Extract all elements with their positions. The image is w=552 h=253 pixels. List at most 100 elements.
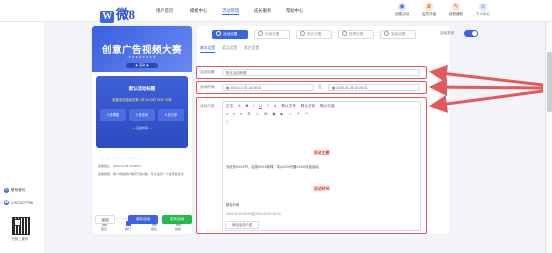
link-icon[interactable]: ⇔ xyxy=(288,112,292,116)
publish-activity-button[interactable]: 发布活动 xyxy=(162,215,192,224)
add-intro-button[interactable]: 添加活动介绍 xyxy=(225,221,259,229)
brand-logo[interactable]: W 微8 xyxy=(100,4,135,23)
annotation-arrows xyxy=(429,64,544,113)
range-separator: 至 xyxy=(318,84,322,89)
user-icon: ☺ xyxy=(479,3,487,11)
section-title-theme: 活动主题 xyxy=(313,150,330,155)
create-icon: ◉ xyxy=(398,3,406,11)
card-title: 默认活动标题 xyxy=(128,86,156,91)
countdown: 距离活动结束还有 1天 20小时 42分 22秒 xyxy=(112,98,172,102)
create-label: 创建活动 xyxy=(394,12,410,16)
contact-us[interactable]: ✆ 联系我们 xyxy=(4,188,25,193)
nav-activity-management[interactable]: 活动管理 xyxy=(222,8,240,15)
contact-icon: ✆ xyxy=(4,188,9,193)
subtab-basic[interactable]: 基本设置 xyxy=(200,46,216,53)
step-signup-settings[interactable]: 报名设置 xyxy=(296,30,332,39)
step-dot-icon xyxy=(258,31,263,36)
mobile-preview: 创意广告视频大赛 ★ ★ ★ ★ ★ ★ ★ ★ ★ 活动 ★ 默认活动标题 距… xyxy=(92,26,192,234)
preview-banner: 创意广告视频大赛 ★ ★ ★ ★ ★ ★ ★ ★ ★ 活动 ★ xyxy=(92,26,192,72)
table-icon[interactable]: ⊞ xyxy=(264,112,267,116)
stat-votes: 0 总票数 xyxy=(100,109,126,121)
qr-caption: 扫码二维码 xyxy=(12,237,28,241)
profile-label: 个人中心 xyxy=(475,12,491,16)
align-right-icon[interactable]: ≡ xyxy=(240,112,242,116)
emoji-icon[interactable]: ☺ xyxy=(256,112,260,116)
align-left-icon[interactable]: ≡ xyxy=(226,112,228,116)
subtab-other[interactable]: 其它设置 xyxy=(244,46,259,51)
nav-growth-service[interactable]: 成长服务 xyxy=(254,8,271,14)
title-input[interactable]: 默认活动标题 xyxy=(222,69,420,76)
qr-code-image xyxy=(12,217,30,235)
back-button[interactable]: 返回 xyxy=(95,215,115,224)
profile-button[interactable]: ☺ 个人中心 xyxy=(472,3,494,17)
stat-visits: 0 总访问 xyxy=(129,109,155,121)
step-advanced-settings[interactable]: 高级设置 xyxy=(380,30,416,39)
time-label: 活动时间 xyxy=(200,85,215,89)
rules-heading: — 活动时间 — xyxy=(132,126,152,130)
align-center-icon[interactable]: ≡ xyxy=(233,112,235,116)
font-color-icon[interactable]: A xyxy=(238,104,240,109)
upgrade-button[interactable]: ♛ 会员升级 xyxy=(418,3,440,17)
scrollbar-thumb[interactable] xyxy=(547,52,552,112)
logo-text: 微8 xyxy=(116,7,135,22)
intro-label: 活动介绍 xyxy=(200,104,215,108)
theme-body: 为庆祝XXXX节，弘扬XXXX精神，将以XXX开展XXXX评选活动。 xyxy=(226,165,322,169)
highlight-icon[interactable]: A xyxy=(274,104,276,109)
arrow-to-intro xyxy=(429,89,544,113)
start-time-input[interactable]: ▦ 2024-12-31 16:28:31 xyxy=(222,84,314,91)
step-activity-settings[interactable]: 活动设置 xyxy=(212,30,248,39)
underline-icon[interactable]: U xyxy=(259,104,262,109)
font-size-select[interactable]: 默认字号 xyxy=(281,104,295,109)
step-dot-icon xyxy=(342,31,347,36)
banner-stars: ★ ★ ★ ★ ★ ★ ★ ★ xyxy=(128,55,156,59)
arrow-to-time xyxy=(429,78,544,97)
paragraph-select[interactable]: 正文 xyxy=(226,104,233,109)
time-caption: 报名时间 xyxy=(226,203,240,207)
rule-end: 投票截止：2025-01-06 16:28:31 xyxy=(98,164,141,168)
editor-toolbar-row2: ≡ ≡ ≡ ☰ ☺ ⊞ ▣ ▶ ⇔ ↶ ↷ xyxy=(226,112,308,116)
text-style-icon[interactable]: T xyxy=(267,104,269,109)
section-title-time: 活动时间 xyxy=(313,186,330,191)
line-height-select[interactable]: 默认行高 xyxy=(320,104,334,109)
nav-templates[interactable]: 模板中心 xyxy=(190,8,207,14)
step-bar: 活动设置 页面设置 报名设置 投票设置 高级设置 xyxy=(212,30,452,40)
fullscreen-icon[interactable]: ⛶ xyxy=(226,120,229,124)
banner-title: 创意广告视频大赛 xyxy=(101,46,182,56)
phone-number: ☎ 17671277790 xyxy=(4,200,33,205)
italic-icon[interactable]: I xyxy=(253,104,254,109)
save-activity-button[interactable]: 保存活动 xyxy=(128,215,158,224)
stat-shares: 0 总分享 xyxy=(158,109,184,121)
renewal-notice-button[interactable]: ✎ 续费通知 xyxy=(445,3,467,17)
arrow-to-title xyxy=(429,64,544,87)
banner-pill: ★ 活动 ★ xyxy=(126,63,158,68)
bold-icon[interactable]: B xyxy=(246,104,249,109)
nav-home[interactable]: 用户首页 xyxy=(156,8,173,14)
crown-icon: ♛ xyxy=(425,3,433,11)
rule-start: 投票开始：2024-12-31 16:28:31 xyxy=(98,156,141,160)
publish-toggle[interactable] xyxy=(464,30,478,37)
contact-label: 联系我们 xyxy=(11,188,26,192)
top-navigation-bar: W 微8 用户首页 模板中心 活动管理 成长服务 帮助中心 ◉ 创建活动 ♛ 会员升级… xyxy=(0,0,552,23)
notice-icon: ✎ xyxy=(452,3,460,11)
nav-help-center[interactable]: 帮助中心 xyxy=(286,8,303,14)
end-time-input[interactable]: ▦ 2025-01-06 16:28:31 xyxy=(328,84,420,91)
page-scrollbar[interactable] xyxy=(545,22,552,253)
font-family-select[interactable]: 默认字体 xyxy=(301,104,315,109)
create-activity-button[interactable]: ◉ 创建活动 xyxy=(391,3,413,17)
image-icon[interactable]: ▣ xyxy=(272,112,275,116)
undo-icon[interactable]: ↶ xyxy=(297,112,300,116)
title-label: 活动标题 xyxy=(200,70,215,74)
list-icon[interactable]: ☰ xyxy=(247,112,250,116)
rich-text-editor[interactable]: 正文 A B I U T A 默认字号 默认字体 默认行高 ≡ ≡ ≡ ☰ ☺ … xyxy=(222,101,421,231)
step-dot-icon xyxy=(216,31,221,36)
logo-mark-icon: W xyxy=(100,11,114,23)
subtab-prizes[interactable]: 奖品设置 xyxy=(222,46,237,51)
activity-card: 默认活动标题 距离活动结束还有 1天 20小时 42分 22秒 0 总票数 0 … xyxy=(96,76,188,148)
step-page-settings[interactable]: 页面设置 xyxy=(254,30,290,39)
renewal-label: 续费通知 xyxy=(448,12,464,16)
editor-toolbar-row1: 正文 A B I U T A 默认字号 默认字体 默认行高 xyxy=(226,104,335,109)
video-icon[interactable]: ▶ xyxy=(281,112,284,116)
step-vote-settings[interactable]: 投票设置 xyxy=(338,30,374,39)
redo-icon[interactable]: ↷ xyxy=(305,112,308,116)
step-dot-icon xyxy=(384,31,389,36)
